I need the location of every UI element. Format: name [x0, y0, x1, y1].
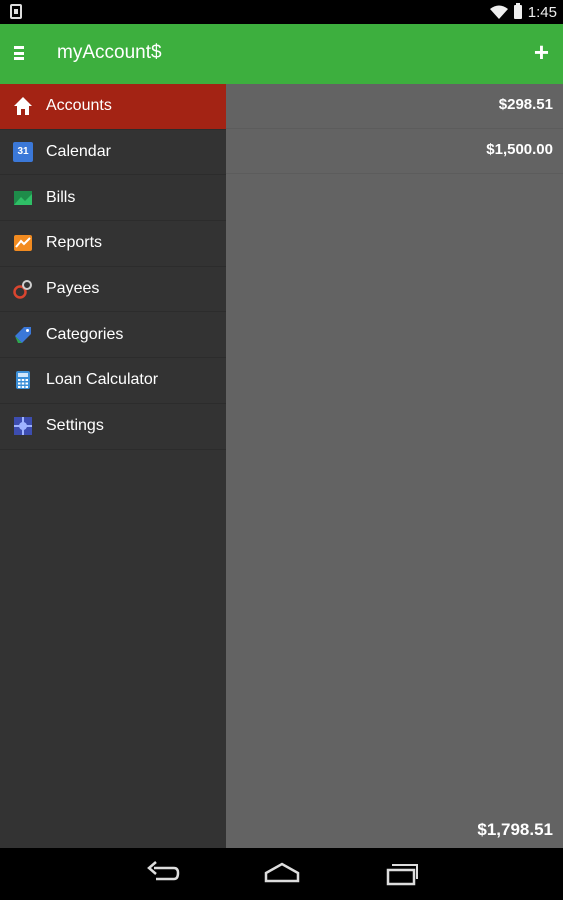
navigation-drawer: Accounts 31 Calendar Bills Reports Payee… [0, 84, 226, 848]
bills-icon [14, 190, 32, 205]
account-row[interactable]: $298.51 [226, 84, 563, 129]
nav-item-settings[interactable]: Settings [0, 404, 226, 450]
nav-label: Accounts [46, 97, 112, 115]
tag-icon [15, 326, 31, 343]
calendar-icon: 31 [13, 142, 33, 163]
home-icon [14, 97, 32, 116]
nav-item-payees[interactable]: Payees [0, 267, 226, 313]
nav-label: Payees [46, 280, 100, 298]
nav-label: Reports [46, 234, 103, 252]
add-icon[interactable]: + [534, 39, 549, 65]
nav-item-calendar[interactable]: 31 Calendar [0, 130, 226, 176]
recent-apps-icon[interactable] [385, 861, 419, 887]
account-balance: $1,500.00 [486, 141, 553, 158]
action-bar: myAccount$ + [0, 24, 563, 84]
nav-label: Settings [46, 417, 104, 435]
notification-icon [10, 4, 22, 19]
app-title: myAccount$ [57, 42, 162, 63]
system-nav-bar [0, 848, 563, 900]
status-icons: 1:45 [489, 2, 557, 22]
nav-item-categories[interactable]: Categories [0, 312, 226, 359]
nav-item-reports[interactable]: Reports [0, 221, 226, 267]
nav-item-loan-calculator[interactable]: Loan Calculator [0, 358, 226, 404]
accounts-total: $1,798.51 [477, 820, 553, 839]
nav-item-bills[interactable]: Bills [0, 175, 226, 222]
account-balance: $298.51 [498, 96, 553, 113]
nav-label: Loan Calculator [46, 371, 159, 389]
battery-icon [513, 3, 522, 19]
nav-label: Categories [46, 325, 124, 343]
calendar-icon-text: 31 [17, 146, 29, 158]
calculator-icon [16, 371, 30, 390]
payees-icon [13, 280, 32, 299]
status-bar: 1:45 [0, 0, 563, 24]
home-button-icon[interactable] [263, 861, 301, 887]
status-time: 1:45 [527, 3, 557, 21]
account-row[interactable]: $1,500.00 [226, 129, 563, 174]
nav-item-accounts[interactable]: Accounts [0, 84, 226, 130]
settings-icon [14, 417, 32, 436]
back-icon[interactable] [146, 861, 180, 887]
nav-label: Bills [46, 188, 76, 206]
wifi-icon [489, 5, 508, 19]
drawer-menu-icon[interactable] [14, 46, 24, 60]
nav-label: Calendar [46, 143, 111, 161]
reports-chart-icon [14, 235, 32, 252]
